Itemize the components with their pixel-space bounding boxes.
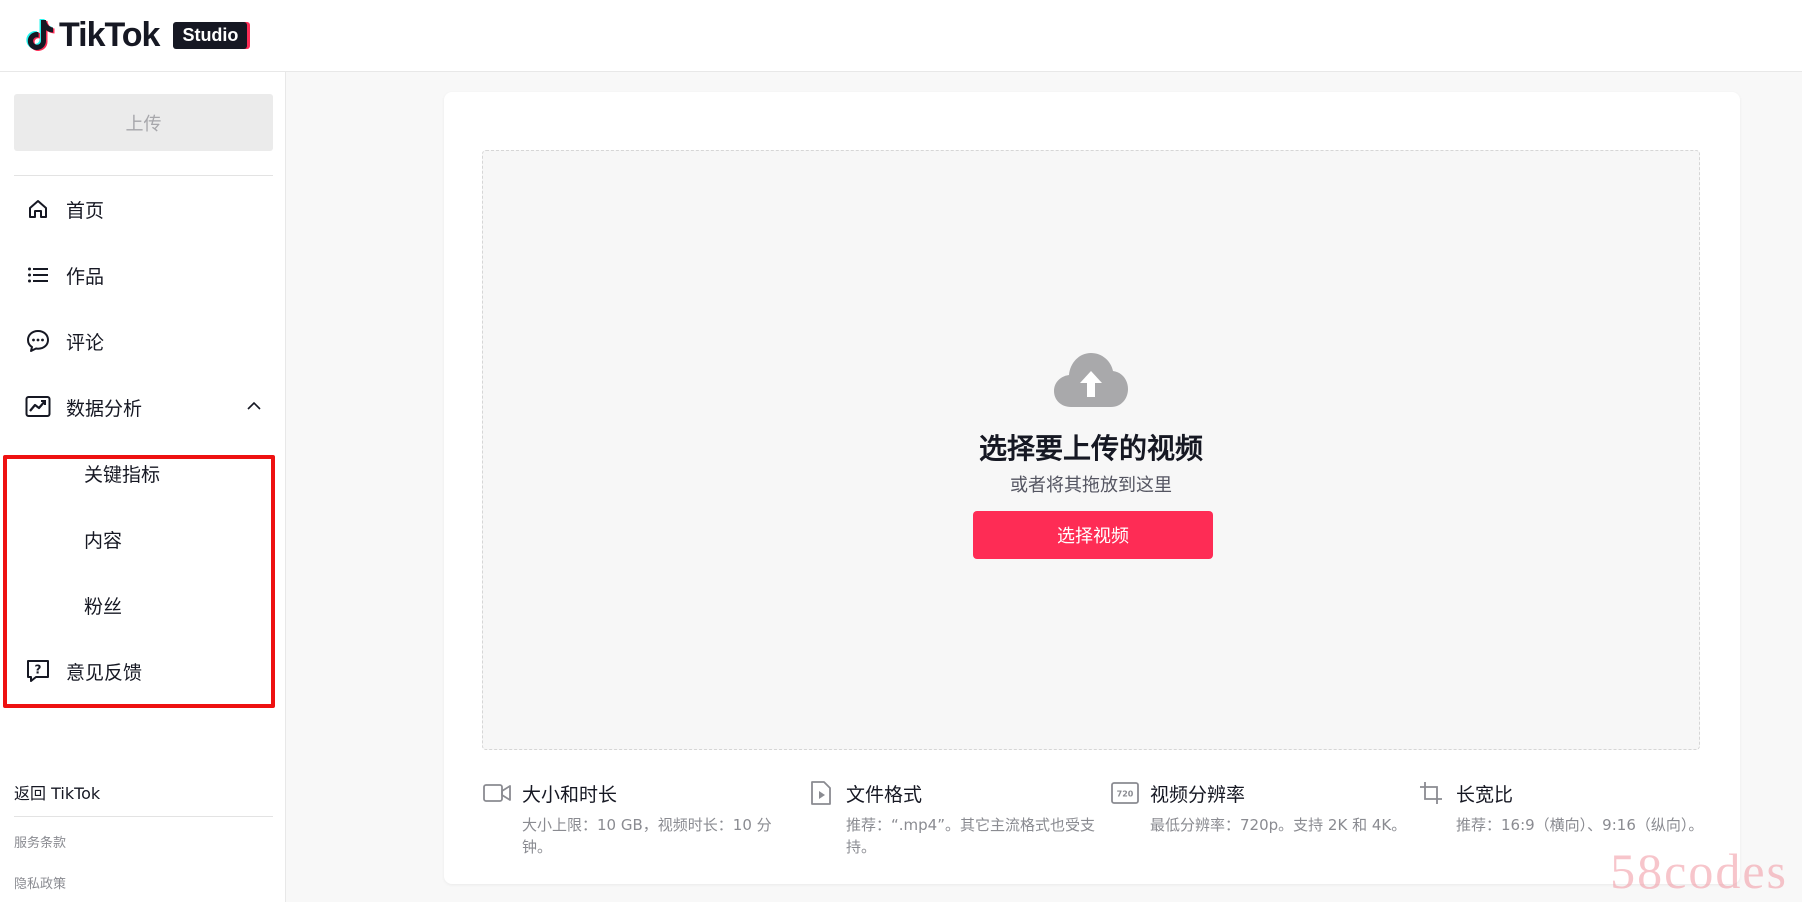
feedback-icon: ? [24,657,52,685]
info-title: 大小和时长 [522,783,618,806]
upload-card: 选择要上传的视频 或者将其拖放到这里 选择视频 大小和时长 大小上限：10 GB… [444,92,1740,884]
resolution-icon-text: 720 [1117,790,1134,799]
info-title: 长宽比 [1456,783,1514,806]
sidebar-item-analytics[interactable]: 数据分析 [14,383,273,431]
file-icon [806,780,836,806]
analytics-icon [24,393,52,421]
info-resolution: 720 视频分辨率 最低分辨率：720p。支持 2K 和 4K。 [1110,778,1410,836]
terms-link[interactable]: 服务条款 [14,832,66,851]
svg-text:?: ? [35,663,42,677]
sidebar-item-home[interactable]: 首页 [14,185,273,233]
tiktok-studio-logo[interactable]: TikTok Studio [24,16,248,55]
sidebar-item-feedback[interactable]: ? 意见反馈 [14,647,273,695]
sidebar-item-comments[interactable]: 评论 [14,317,273,365]
site-watermark: 58codes [1610,843,1788,899]
info-desc: 推荐：16:9（横向）、9:16（纵向）。 [1456,816,1704,834]
list-icon [24,261,52,289]
info-aspect-ratio: 长宽比 推荐：16:9（横向）、9:16（纵向）。 [1416,778,1716,836]
info-desc: 最低分辨率：720p。支持 2K 和 4K。 [1150,816,1407,834]
logo-wordmark: TikTok [59,16,160,54]
info-file-format: 文件格式 推荐：“.mp4”。其它主流格式也受支持。 [806,778,1106,858]
info-size-duration: 大小和时长 大小上限：10 GB，视频时长：10 分钟。 [482,778,782,858]
sidebar-subitem-key-metrics[interactable]: 关键指标 [14,449,273,497]
video-camera-icon [482,780,512,806]
upload-title: 选择要上传的视频 [978,432,1203,465]
sidebar-subitem-content[interactable]: 内容 [14,515,273,563]
info-desc: 大小上限：10 GB，视频时长：10 分钟。 [522,816,772,856]
select-video-button[interactable]: 选择视频 [973,511,1213,559]
info-desc: 推荐：“.mp4”。其它主流格式也受支持。 [846,816,1095,856]
sidebar-item-label: 数据分析 [66,397,143,420]
cloud-upload-icon [1054,353,1128,407]
sidebar-item-label: 意见反馈 [66,661,143,684]
resolution-720-icon: 720 [1110,780,1140,806]
sidebar-footer-divider [14,816,273,817]
top-header: TikTok Studio [0,0,1802,72]
sidebar: 上传 首页 作品 评论 数据分析 关键指标 内容 粉丝 ? 意见反馈 返回 Ti… [0,72,286,902]
upload-subtitle: 或者将其拖放到这里 [1010,475,1172,496]
upload-button[interactable]: 上传 [14,94,273,151]
info-title: 视频分辨率 [1150,783,1246,806]
privacy-link[interactable]: 隐私政策 [14,873,66,892]
studio-badge: Studio [173,22,248,49]
back-to-tiktok-link[interactable]: 返回 TikTok [14,780,100,804]
sidebar-subitem-followers[interactable]: 粉丝 [14,581,273,629]
chevron-up-icon[interactable] [245,397,263,420]
upload-dropzone[interactable]: 选择要上传的视频 或者将其拖放到这里 选择视频 [482,150,1700,750]
sidebar-item-works[interactable]: 作品 [14,251,273,299]
tiktok-note-icon [26,18,55,51]
info-title: 文件格式 [846,783,923,806]
home-icon [24,195,52,223]
sidebar-divider [14,175,273,176]
sidebar-item-label: 作品 [66,265,105,288]
sidebar-item-label: 首页 [66,199,105,222]
crop-icon [1416,780,1446,806]
comment-icon [24,327,52,355]
sidebar-item-label: 评论 [66,331,105,354]
